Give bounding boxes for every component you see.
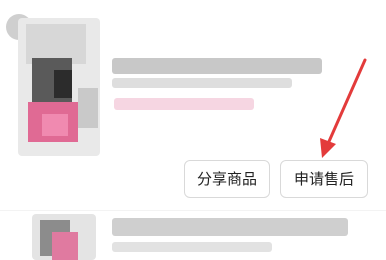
next-product-thumbnail[interactable] [32,214,96,260]
next-product-subtitle [112,242,272,252]
product-title [112,58,322,74]
apply-after-sale-button[interactable]: 申请售后 [280,160,368,198]
product-title-second-line [112,78,292,88]
product-price [114,98,254,110]
product-thumbnail[interactable] [18,18,100,156]
order-item-card: 分享商品 申请售后 [0,0,386,210]
share-product-button[interactable]: 分享商品 [184,160,270,198]
next-product-title [112,218,348,236]
card-divider [0,210,386,211]
